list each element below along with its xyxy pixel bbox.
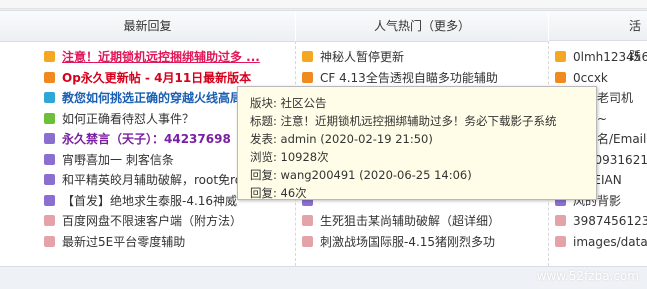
rank-badge bbox=[44, 51, 55, 62]
thread-link[interactable]: 【首发】绝地求生泰服-4.16神威 bbox=[62, 194, 237, 208]
header-latest-replies[interactable]: 最新回复 bbox=[0, 11, 295, 42]
rank-badge bbox=[44, 92, 55, 103]
hot-topic-item[interactable]: 生死狙击某尚辅助破解（超详细） bbox=[302, 211, 546, 232]
thread-link[interactable]: 生死狙击某尚辅助破解（超详细） bbox=[320, 214, 500, 228]
latest-reply-item[interactable]: 百度网盘不限速客户端（附方法） bbox=[44, 211, 294, 232]
user-link[interactable]: 39874561235 bbox=[573, 214, 647, 228]
rank-badge bbox=[302, 235, 313, 247]
rank-badge bbox=[44, 71, 55, 83]
rank-badge bbox=[555, 71, 566, 83]
hot-topic-item[interactable]: 刺激战场国际服-4.15猪刚烈多功 bbox=[302, 232, 546, 253]
thread-preview-tooltip: 版块: 社区公告 标题: 注意！近期锁机远控捆绑辅助过多！务必下载影子系统 发表… bbox=[237, 86, 597, 200]
latest-reply-item[interactable]: 最新过5E平台零度辅助 bbox=[44, 232, 294, 253]
thread-link[interactable]: CF 4.13全告透视自瞄多功能辅助 bbox=[320, 71, 498, 85]
thread-link[interactable]: 和平精英皎月辅助破解，root免root bbox=[62, 173, 254, 187]
active-user-item[interactable]: images/data/a bbox=[555, 232, 647, 253]
latest-reply-item[interactable]: Op永久更新帖 - 4月11日最新版本 bbox=[44, 68, 294, 89]
rank-badge bbox=[44, 235, 55, 247]
thread-link[interactable]: 刺激战场国际服-4.15猪刚烈多功 bbox=[320, 235, 495, 249]
tooltip-views: 浏览: 10928次 bbox=[250, 150, 329, 164]
tooltip-posted: 发表: admin (2020-02-19 21:50) bbox=[250, 132, 433, 146]
user-link[interactable]: 0ccxk bbox=[573, 71, 608, 85]
site-watermark: www.52fzba.com bbox=[536, 269, 639, 283]
thread-link[interactable]: 宵嘢喜加一 刺客信条 bbox=[62, 153, 174, 167]
rank-badge bbox=[555, 215, 566, 226]
user-link[interactable]: images/data/a bbox=[573, 235, 647, 249]
rank-badge bbox=[44, 133, 55, 144]
tooltip-title: 标题: 注意！近期锁机远控捆绑辅助过多！务必下载影子系统 bbox=[250, 114, 557, 128]
tooltip-last-reply: 回复: wang200491 (2020-06-25 14:06) bbox=[250, 168, 472, 182]
user-link[interactable]: 0lmh123456 bbox=[573, 50, 647, 64]
thread-link[interactable]: Op永久更新帖 - 4月11日最新版本 bbox=[62, 71, 251, 85]
active-user-item[interactable]: 0lmh123456 bbox=[555, 47, 647, 68]
tooltip-board: 版块: 社区公告 bbox=[250, 96, 327, 110]
rank-badge bbox=[44, 215, 55, 226]
rank-badge bbox=[302, 215, 313, 226]
hot-topic-item[interactable]: CF 4.13全告透视自瞄多功能辅助 bbox=[302, 68, 546, 89]
header-active-users[interactable]: 活跃 bbox=[549, 11, 647, 63]
active-user-item[interactable]: 39874561235 bbox=[555, 211, 647, 232]
rank-badge bbox=[44, 112, 55, 124]
top-strip bbox=[0, 0, 647, 9]
thread-link[interactable]: 教您如何挑选正确的穿越火线高局 bbox=[62, 91, 242, 105]
tooltip-reply-count: 回复: 46次 bbox=[250, 186, 307, 200]
rank-badge bbox=[555, 235, 566, 247]
hot-topic-item[interactable]: 神秘人暂停更新 bbox=[302, 47, 546, 68]
thread-link[interactable]: 百度网盘不限速客户端（附方法） bbox=[62, 214, 242, 228]
thread-link[interactable]: 永久禁言（天子）：44237698 bbox=[62, 132, 231, 146]
active-user-item[interactable]: 0ccxk bbox=[555, 68, 647, 89]
rank-badge bbox=[555, 51, 566, 62]
rank-badge bbox=[302, 71, 313, 83]
latest-reply-item[interactable]: 注意！近期锁机远控捆绑辅助过多 ... bbox=[44, 47, 294, 68]
thread-link[interactable]: 神秘人暂停更新 bbox=[320, 50, 404, 64]
thread-link[interactable]: 注意！近期锁机远控捆绑辅助过多 ... bbox=[62, 50, 260, 64]
rank-badge bbox=[302, 51, 313, 62]
thread-link[interactable]: 最新过5E平台零度辅助 bbox=[62, 235, 185, 249]
rank-badge bbox=[44, 194, 55, 206]
rank-badge bbox=[44, 174, 55, 185]
rank-badge bbox=[44, 153, 55, 165]
thread-link[interactable]: 如何正确看待怼人事件？ bbox=[62, 112, 194, 126]
header-hot-topics[interactable]: 人气热门（更多） bbox=[296, 11, 548, 42]
